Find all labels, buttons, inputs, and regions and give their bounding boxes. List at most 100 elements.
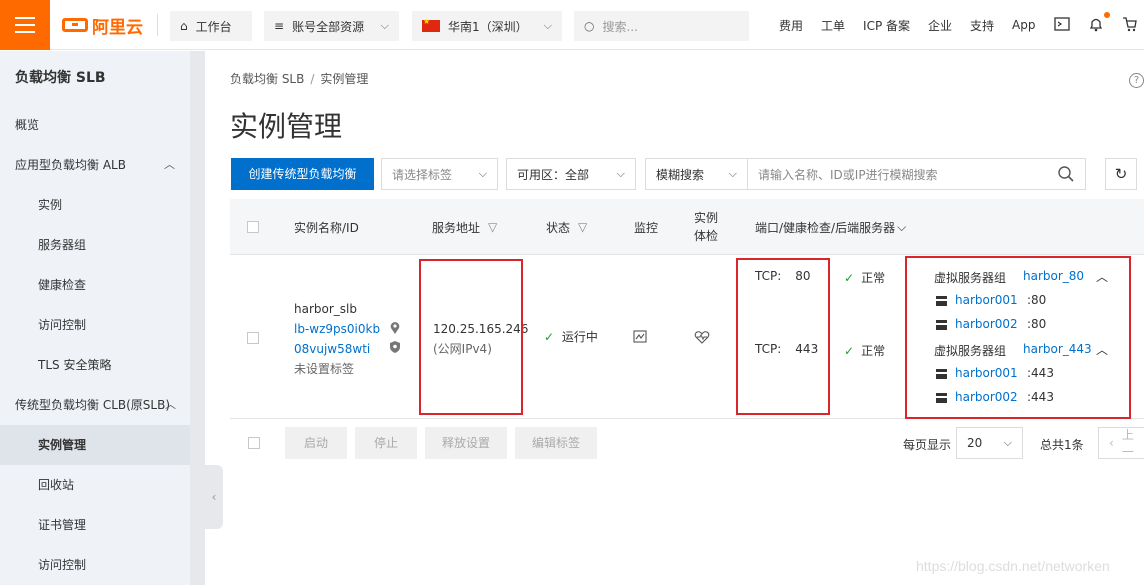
shield-icon[interactable] <box>389 340 401 354</box>
search-placeholder: 搜索... <box>602 19 638 34</box>
check-icon: ✓ <box>844 271 855 285</box>
prev-page-button[interactable]: ‹ 上一 <box>1098 427 1144 459</box>
sidebar-scrollbar[interactable] <box>190 51 205 585</box>
link-ticket[interactable]: 工单 <box>812 17 854 34</box>
check-icon: ✓ <box>544 330 555 344</box>
col-health-line2: 体检 <box>694 229 719 243</box>
sidebar-item-label: 传统型负载均衡 CLB(原SLB) <box>15 398 171 412</box>
table-header: 实例名称/ID 服务地址 ▽ 状态 ▽ 监控 实例 体检 端口/健康检查/后端服务器… <box>230 199 1144 255</box>
stop-button[interactable]: 停止 <box>355 427 417 459</box>
sidebar-item-certificates[interactable]: 证书管理 <box>0 505 190 545</box>
monitor-chart-icon[interactable] <box>633 330 647 343</box>
brand-logo[interactable]: 阿里云 <box>62 14 143 38</box>
sidebar-item-label: 回收站 <box>38 478 75 492</box>
edit-tags-button[interactable]: 编辑标签 <box>515 427 597 459</box>
prev-page-label: 上一 <box>1121 428 1134 459</box>
zone-select-value: 可用区：全部 <box>517 167 590 182</box>
search-mode-select[interactable]: 模糊搜索 ⌵ <box>645 158 748 190</box>
sidebar-item-clb-access-control[interactable]: 访问控制 <box>0 545 190 585</box>
main-content: 负载均衡 SLB / 实例管理 ? 实例管理 创建传统型负载均衡 请选择标签 ⌵ 可… <box>230 51 1144 585</box>
location-pin-icon[interactable] <box>389 321 401 335</box>
instance-id-link[interactable]: lb-wz9ps0i0kb <box>294 319 380 339</box>
cart-icon[interactable] <box>1122 16 1138 32</box>
sidebar-item-instance-management[interactable]: 实例管理 <box>0 425 190 465</box>
stack-icon: ≡ <box>274 19 285 33</box>
menu-icon[interactable] <box>0 0 50 50</box>
col-monitor: 监控 <box>634 220 659 235</box>
health-status: ✓ 正常 <box>844 342 885 359</box>
sidebar-item-access-control[interactable]: 访问控制 <box>0 305 190 345</box>
link-icp[interactable]: ICP 备案 <box>854 17 919 34</box>
sidebar-item-label: 服务器组 <box>38 238 87 252</box>
brand-name: 阿里云 <box>92 17 143 38</box>
sidebar-item-alb-instances[interactable]: 实例 <box>0 185 190 225</box>
sidebar-item-tls-policy[interactable]: TLS 安全策略 <box>0 345 190 385</box>
top-bar: 阿里云 ⌂ 工作台 ≡ 账号全部资源 ⌵ 华南1（深圳） ⌵ ○ 搜索... 费… <box>0 0 1144 50</box>
health-check-icon[interactable] <box>694 330 710 344</box>
terminal-icon[interactable] <box>1054 16 1070 32</box>
sidebar-group-alb[interactable]: 应用型负载均衡 ALB ︿ <box>0 145 190 185</box>
create-instance-button[interactable]: 创建传统型负载均衡 <box>231 158 374 190</box>
chevron-left-icon: ‹ <box>211 490 217 504</box>
col-health: 实例 体检 <box>694 199 718 255</box>
check-icon: ✓ <box>844 344 855 358</box>
sidebar-title: 负载均衡 SLB <box>15 70 106 86</box>
sidebar-group-clb[interactable]: 传统型负载均衡 CLB(原SLB) ︿ <box>0 385 190 425</box>
row-checkbox[interactable] <box>247 332 259 344</box>
search-icon[interactable] <box>1057 165 1075 183</box>
help-icon[interactable]: ? <box>1129 73 1144 88</box>
instance-tag[interactable]: 未设置标签 <box>294 359 380 379</box>
chevron-down-icon: ⌵ <box>1003 436 1012 449</box>
chevron-up-icon: ︿ <box>165 398 176 411</box>
top-icons <box>1054 16 1138 32</box>
link-support[interactable]: 支持 <box>961 17 1003 34</box>
instance-name-cell: harbor_slb lb-wz9ps0i0kb 08vujw58wti 未设置… <box>294 299 380 379</box>
sidebar: 负载均衡 SLB 概览 应用型负载均衡 ALB ︿ 实例 服务器组 健康检查 访问… <box>0 51 190 585</box>
page-size-select[interactable]: 20 ⌵ <box>956 427 1023 459</box>
link-enterprise[interactable]: 企业 <box>919 17 961 34</box>
region-selector[interactable]: 华南1（深圳） ⌵ <box>412 11 562 41</box>
col-ports[interactable]: 端口/健康检查/后端服务器 ⌵ <box>755 199 906 255</box>
link-app[interactable]: App <box>1003 18 1044 32</box>
table-row: harbor_slb lb-wz9ps0i0kb 08vujw58wti 未设置… <box>230 256 1144 419</box>
sidebar-item-label: 实例 <box>38 198 63 212</box>
bell-icon[interactable] <box>1088 16 1104 32</box>
sidebar-item-label: 证书管理 <box>38 518 87 532</box>
instance-search-input[interactable]: 请输入名称、ID或IP进行模糊搜索 <box>747 158 1086 190</box>
chevron-down-icon: ⌵ <box>380 19 389 32</box>
refresh-button[interactable]: ↻ <box>1105 158 1137 190</box>
col-status[interactable]: 状态 ▽ <box>546 199 587 255</box>
sidebar-item-recycle-bin[interactable]: 回收站 <box>0 465 190 505</box>
total-count: 总共1条 <box>1040 438 1084 452</box>
highlight-box <box>419 259 523 415</box>
resource-selector[interactable]: ≡ 账号全部资源 ⌵ <box>264 11 399 41</box>
sidebar-item-health-check[interactable]: 健康检查 <box>0 265 190 305</box>
status-text: 运行中 <box>561 330 598 344</box>
select-all-checkbox[interactable] <box>247 199 259 255</box>
workbench-button[interactable]: ⌂ 工作台 <box>170 11 252 41</box>
col-address[interactable]: 服务地址 ▽ <box>432 199 497 255</box>
chevron-left-icon: ‹ <box>1109 436 1114 450</box>
filter-icon[interactable]: ▽ <box>488 220 497 234</box>
instance-id-link[interactable]: 08vujw58wti <box>294 339 380 359</box>
link-billing[interactable]: 费用 <box>770 17 812 34</box>
health-text: 正常 <box>861 271 886 285</box>
chevron-down-icon: ⌵ <box>543 19 552 32</box>
collapse-sidebar-button[interactable]: ‹ <box>205 465 223 529</box>
release-settings-button[interactable]: 释放设置 <box>425 427 507 459</box>
global-search-input[interactable]: ○ 搜索... <box>574 11 749 41</box>
tag-select[interactable]: 请选择标签 ⌵ <box>381 158 498 190</box>
search-mode-value: 模糊搜索 <box>656 167 705 182</box>
tag-select-placeholder: 请选择标签 <box>392 167 453 182</box>
sidebar-item-label: 概览 <box>15 118 40 132</box>
footer-checkbox[interactable] <box>248 437 260 449</box>
status-cell: ✓ 运行中 <box>544 328 598 345</box>
sidebar-item-overview[interactable]: 概览 <box>0 105 190 145</box>
filter-icon[interactable]: ▽ <box>578 220 587 234</box>
instance-name: harbor_slb <box>294 302 357 316</box>
zone-select[interactable]: 可用区：全部 ⌵ <box>506 158 636 190</box>
breadcrumb-item[interactable]: 负载均衡 SLB <box>230 72 304 86</box>
start-button[interactable]: 启动 <box>285 427 347 459</box>
sidebar-item-server-groups[interactable]: 服务器组 <box>0 225 190 265</box>
health-text: 正常 <box>861 344 886 358</box>
